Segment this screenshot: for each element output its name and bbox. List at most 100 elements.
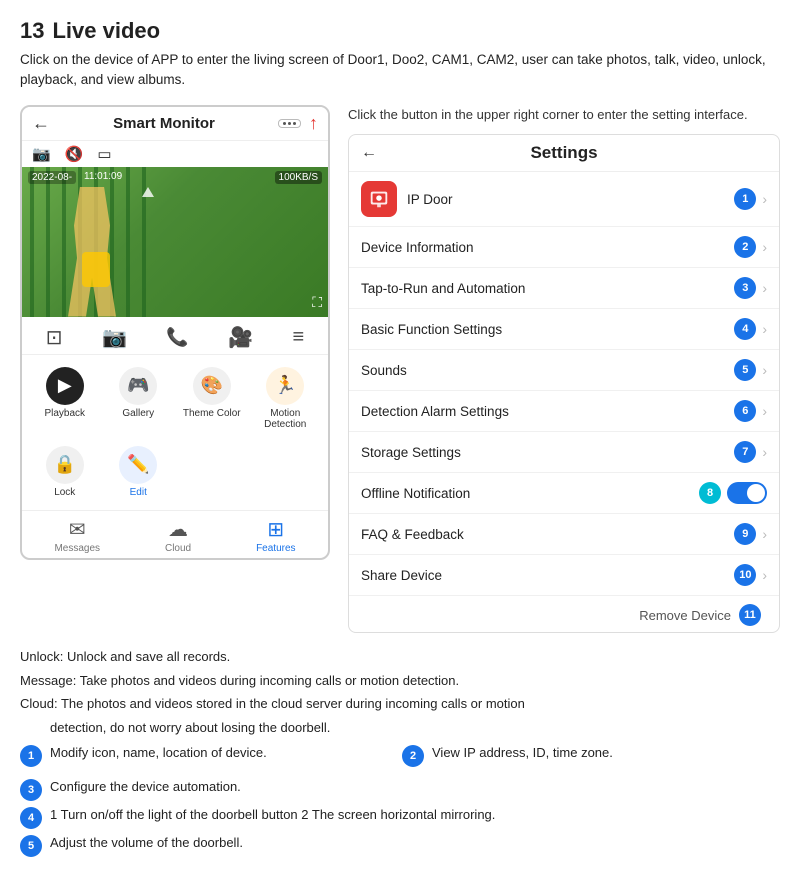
offline-toggle[interactable] <box>727 482 767 504</box>
settings-note: Click the button in the upper right corn… <box>348 105 780 125</box>
cloud-label: Cloud <box>165 543 191 554</box>
settings-row-detection[interactable]: Detection Alarm Settings 6 › <box>349 391 779 432</box>
video-date: 2022-08- <box>28 171 76 184</box>
edit-label: Edit <box>130 487 147 498</box>
section-title: Live video <box>52 18 160 44</box>
settings-row-sounds[interactable]: Sounds 5 › <box>349 350 779 391</box>
backpack-visual <box>82 252 110 287</box>
video-bitrate: 100KB/S <box>275 171 322 184</box>
feature-edit[interactable]: ✏️ Edit <box>104 440 174 504</box>
faq-chevron: › <box>762 526 767 542</box>
basic-label: Basic Function Settings <box>361 322 734 337</box>
action-photo[interactable]: 📷 <box>102 325 127 350</box>
back-arrow-icon[interactable]: ← <box>32 113 50 134</box>
remove-device-row: Remove Device 11 <box>349 596 779 632</box>
remove-device-label[interactable]: Remove Device <box>639 608 731 623</box>
settings-row-faq[interactable]: FAQ & Feedback 9 › <box>349 514 779 555</box>
ipdoor-svg <box>368 188 390 210</box>
tap-run-badge: 3 <box>734 277 756 299</box>
action-video[interactable]: 🎥 <box>228 325 253 350</box>
lock-icon: 🔒 <box>46 446 84 484</box>
note4-badge: 4 <box>20 807 42 829</box>
fence-overlay <box>22 167 328 317</box>
ipdoor-label: IP Door <box>407 192 734 207</box>
note3-text: Configure the device automation. <box>50 779 241 794</box>
feature-motion[interactable]: 🏃 Motion Detection <box>251 361 321 436</box>
layout-icon[interactable]: ▭ <box>97 145 111 163</box>
bottom-nav: ✉ Messages ☁ Cloud ⊞ Features <box>22 510 328 558</box>
theme-icon: 🎨 <box>193 367 231 405</box>
numbered-notes: 1 Modify icon, name, location of device.… <box>20 745 780 857</box>
action-menu[interactable]: ≡ <box>293 326 305 349</box>
sounds-label: Sounds <box>361 363 734 378</box>
note5-text: Adjust the volume of the doorbell. <box>50 835 243 850</box>
settings-title: Settings <box>377 143 751 163</box>
nav-cloud[interactable]: ☁ Cloud <box>165 517 191 554</box>
detection-chevron: › <box>762 403 767 419</box>
note-unlock: Unlock: Unlock and save all records. <box>20 647 780 667</box>
feature-lock[interactable]: 🔒 Lock <box>30 440 100 504</box>
cloud-icon: ☁ <box>168 517 188 542</box>
sounds-chevron: › <box>762 362 767 378</box>
three-dots-button[interactable] <box>278 119 301 128</box>
action-call[interactable]: 📞 <box>166 327 188 348</box>
dot3 <box>293 122 296 125</box>
feature-theme[interactable]: 🎨 Theme Color <box>177 361 247 436</box>
playback-label: Playback <box>44 408 85 419</box>
video-time: 11:01:09 <box>84 171 122 182</box>
note2-badge: 2 <box>402 745 424 767</box>
faq-label: FAQ & Feedback <box>361 527 734 542</box>
note1-badge: 1 <box>20 745 42 767</box>
storage-badge: 7 <box>734 441 756 463</box>
basic-badge: 4 <box>734 318 756 340</box>
action-row: ⊡ 📷 📞 🎥 ≡ <box>22 317 328 355</box>
camera-icons-row: 📷 🔇 ▭ <box>22 141 328 167</box>
red-arrow-icon: ↑ <box>309 113 318 134</box>
section-header: 13 Live video <box>20 18 780 44</box>
note5-badge: 5 <box>20 835 42 857</box>
section-number: 13 <box>20 18 44 44</box>
detection-badge: 6 <box>734 400 756 422</box>
storage-chevron: › <box>762 444 767 460</box>
note-message: Message: Take photos and videos during i… <box>20 671 780 691</box>
settings-row-share[interactable]: Share Device 10 › <box>349 555 779 596</box>
settings-row-tap-run[interactable]: Tap-to-Run and Automation 3 › <box>349 268 779 309</box>
fullscreen-icon[interactable]: ⛶ <box>312 294 322 311</box>
edit-icon: ✏️ <box>119 446 157 484</box>
settings-panel: Click the button in the upper right corn… <box>348 105 780 634</box>
ipdoor-chevron: › <box>762 191 767 207</box>
motion-label: Motion Detection <box>253 408 319 430</box>
settings-row-ipdoor[interactable]: IP Door 1 › <box>349 172 779 227</box>
settings-row-device-info[interactable]: Device Information 2 › <box>349 227 779 268</box>
video-feed: 2022-08- 11:01:09 100KB/S ⛶ <box>22 167 328 317</box>
bottom-notes: Unlock: Unlock and save all records. Mes… <box>20 647 780 857</box>
ipdoor-icon <box>361 181 397 217</box>
numbered-note-3: 3 Configure the device automation. <box>20 779 780 801</box>
settings-back-icon[interactable]: ← <box>361 144 377 162</box>
ipdoor-badge: 1 <box>734 188 756 210</box>
tap-run-chevron: › <box>762 280 767 296</box>
camera-icon[interactable]: 📷 <box>32 145 51 163</box>
offline-label: Offline Notification <box>361 486 699 501</box>
device-info-badge: 2 <box>734 236 756 258</box>
feature-playback[interactable]: ▶ Playback <box>30 361 100 436</box>
sounds-badge: 5 <box>734 359 756 381</box>
share-badge: 10 <box>734 564 756 586</box>
phone-panel: ← Smart Monitor ↑ 📷 🔇 ▭ <box>20 105 330 634</box>
feature-gallery[interactable]: 🎮 Gallery <box>104 361 174 436</box>
share-label: Share Device <box>361 568 734 583</box>
phone-title: Smart Monitor <box>113 115 215 132</box>
action-crop[interactable]: ⊡ <box>46 325 63 350</box>
nav-messages[interactable]: ✉ Messages <box>54 517 100 554</box>
mute-icon[interactable]: 🔇 <box>65 145 84 163</box>
basic-chevron: › <box>762 321 767 337</box>
tap-run-label: Tap-to-Run and Automation <box>361 281 734 296</box>
settings-row-offline[interactable]: Offline Notification 8 <box>349 473 779 514</box>
features-label: Features <box>256 543 295 554</box>
dot1 <box>283 122 286 125</box>
settings-row-basic[interactable]: Basic Function Settings 4 › <box>349 309 779 350</box>
storage-label: Storage Settings <box>361 445 734 460</box>
settings-row-storage[interactable]: Storage Settings 7 › <box>349 432 779 473</box>
phone-mockup: ← Smart Monitor ↑ 📷 🔇 ▭ <box>20 105 330 560</box>
nav-features[interactable]: ⊞ Features <box>256 517 295 554</box>
